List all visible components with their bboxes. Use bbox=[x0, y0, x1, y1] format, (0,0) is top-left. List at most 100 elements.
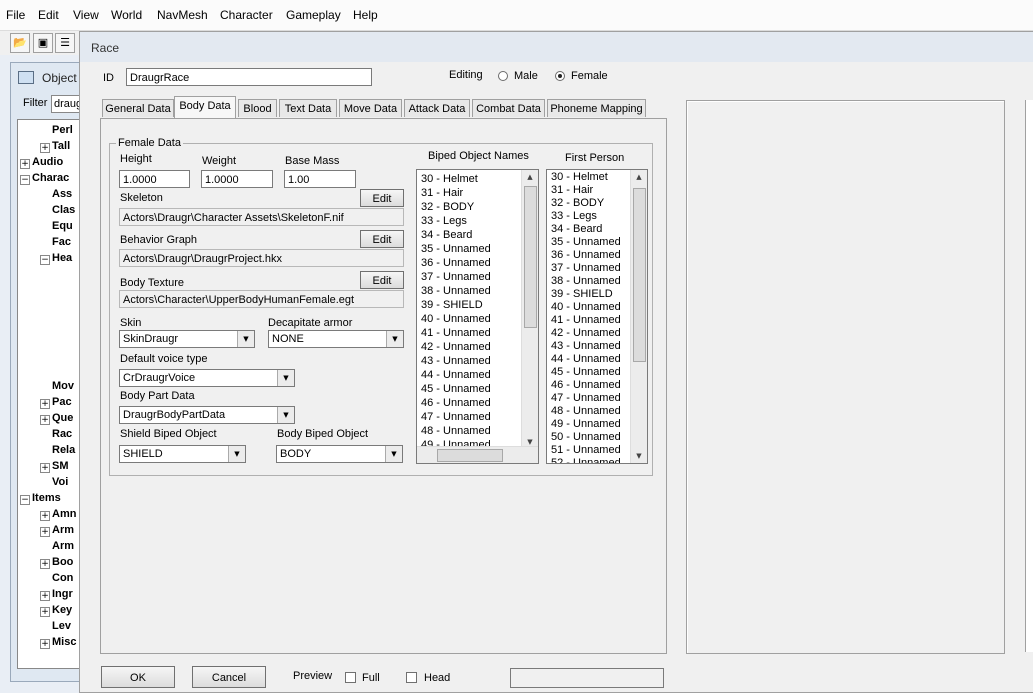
list-item[interactable]: 42 - Unnamed bbox=[551, 327, 621, 340]
list-item[interactable]: 33 - Legs bbox=[551, 210, 597, 223]
tab-phoneme-mapping[interactable]: Phoneme Mapping bbox=[547, 99, 646, 117]
list-item[interactable]: 41 - Unnamed bbox=[551, 314, 621, 327]
shield-biped-select[interactable]: SHIELD ▼ bbox=[119, 445, 246, 463]
list-item[interactable]: 32 - BODY bbox=[421, 200, 474, 214]
decapitate-armor-select[interactable]: NONE ▼ bbox=[268, 330, 404, 348]
list-item[interactable]: 48 - Unnamed bbox=[551, 405, 621, 418]
expand-icon[interactable]: + bbox=[40, 559, 50, 569]
id-field[interactable]: DraugrRace bbox=[126, 68, 372, 86]
tree-node[interactable]: Audio bbox=[32, 156, 63, 168]
preview-pane[interactable] bbox=[686, 100, 1005, 654]
head-checkbox[interactable] bbox=[406, 672, 417, 683]
biped-object-names-list[interactable]: 30 - Helmet 31 - Hair 32 - BODY 33 - Legs 34… bbox=[416, 169, 539, 464]
texture-edit-button[interactable]: Edit bbox=[360, 271, 404, 289]
list-item[interactable]: 36 - Unnamed bbox=[421, 256, 491, 270]
menu-gameplay[interactable]: Gameplay bbox=[286, 8, 341, 22]
list-item[interactable]: 51 - Unnamed bbox=[551, 444, 621, 457]
male-radio-label[interactable]: Male bbox=[514, 70, 538, 82]
scrollbar-thumb[interactable] bbox=[633, 188, 646, 362]
list-item[interactable]: 45 - Unnamed bbox=[421, 382, 491, 396]
full-checkbox-label[interactable]: Full bbox=[362, 672, 380, 684]
open-folder-icon[interactable]: 📂 bbox=[10, 33, 30, 53]
list-item[interactable]: 46 - Unnamed bbox=[551, 379, 621, 392]
tree-node[interactable]: Key bbox=[52, 604, 72, 616]
list-item[interactable]: 34 - Beard bbox=[551, 223, 602, 236]
list-item[interactable]: 38 - Unnamed bbox=[421, 284, 491, 298]
chevron-down-icon[interactable]: ▼ bbox=[385, 446, 402, 462]
list-item[interactable]: 43 - Unnamed bbox=[421, 354, 491, 368]
default-voice-select[interactable]: CrDraugrVoice ▼ bbox=[119, 369, 295, 387]
biped-list-vertical-scrollbar[interactable]: ▲ ▼ bbox=[521, 170, 538, 449]
tree-node[interactable]: Equ bbox=[52, 220, 73, 232]
list-item[interactable]: 50 - Unnamed bbox=[551, 431, 621, 444]
tree-node[interactable]: Perl bbox=[52, 124, 73, 136]
tree-node[interactable]: Tall bbox=[52, 140, 70, 152]
skeleton-edit-button[interactable]: Edit bbox=[360, 189, 404, 207]
tree-node[interactable]: Items bbox=[32, 492, 61, 504]
list-item[interactable]: 43 - Unnamed bbox=[551, 340, 621, 353]
menu-edit[interactable]: Edit bbox=[38, 8, 59, 22]
expand-icon[interactable]: + bbox=[40, 591, 50, 601]
chevron-down-icon[interactable]: ▼ bbox=[386, 331, 403, 347]
list-item[interactable]: 35 - Unnamed bbox=[551, 236, 621, 249]
list-item[interactable]: 42 - Unnamed bbox=[421, 340, 491, 354]
list-item[interactable]: 34 - Beard bbox=[421, 228, 472, 242]
tree-node[interactable]: Amn bbox=[52, 508, 76, 520]
list-item[interactable]: 31 - Hair bbox=[421, 186, 463, 200]
chevron-down-icon[interactable]: ▼ bbox=[228, 446, 245, 462]
behavior-edit-button[interactable]: Edit bbox=[360, 230, 404, 248]
chevron-down-icon[interactable]: ▼ bbox=[277, 407, 294, 423]
tab-attack-data[interactable]: Attack Data bbox=[404, 99, 470, 117]
list-item[interactable]: 49 - Unnamed bbox=[551, 418, 621, 431]
scrollbar-thumb[interactable] bbox=[437, 449, 503, 462]
list-item[interactable]: 45 - Unnamed bbox=[551, 366, 621, 379]
weight-field[interactable]: 1.0000 bbox=[201, 170, 273, 188]
tree-node[interactable]: Pac bbox=[52, 396, 72, 408]
tree-node[interactable]: Voi bbox=[52, 476, 68, 488]
tab-body-data[interactable]: Body Data bbox=[174, 96, 236, 118]
tree-node[interactable]: Clas bbox=[52, 204, 75, 216]
expand-icon[interactable]: + bbox=[40, 143, 50, 153]
list-item[interactable]: 33 - Legs bbox=[421, 214, 467, 228]
tree-node[interactable]: Ass bbox=[52, 188, 72, 200]
skin-select[interactable]: SkinDraugr ▼ bbox=[119, 330, 255, 348]
cancel-button[interactable]: Cancel bbox=[192, 666, 266, 688]
scroll-down-icon[interactable]: ▼ bbox=[631, 449, 647, 463]
tree-node[interactable]: Lev bbox=[52, 620, 71, 632]
collapse-icon[interactable]: − bbox=[40, 255, 50, 265]
tab-general-data[interactable]: General Data bbox=[102, 99, 174, 117]
male-radio[interactable] bbox=[498, 71, 508, 81]
list-item[interactable]: 44 - Unnamed bbox=[421, 368, 491, 382]
chevron-down-icon[interactable]: ▼ bbox=[237, 331, 254, 347]
list-item[interactable]: 47 - Unnamed bbox=[551, 392, 621, 405]
tree-node[interactable]: Rela bbox=[52, 444, 75, 456]
expand-icon[interactable]: + bbox=[40, 511, 50, 521]
list-item[interactable]: 48 - Unnamed bbox=[421, 424, 491, 438]
first-person-vertical-scrollbar[interactable]: ▲ ▼ bbox=[630, 170, 647, 463]
list-item[interactable]: 32 - BODY bbox=[551, 197, 604, 210]
scrollbar-thumb[interactable] bbox=[524, 186, 537, 328]
expand-icon[interactable]: + bbox=[40, 527, 50, 537]
tree-node[interactable]: Misc bbox=[52, 636, 76, 648]
list-item[interactable]: 30 - Helmet bbox=[551, 171, 608, 184]
menu-help[interactable]: Help bbox=[353, 8, 378, 22]
list-item[interactable]: 39 - SHIELD bbox=[421, 298, 483, 312]
list-item[interactable]: 37 - Unnamed bbox=[421, 270, 491, 284]
tree-node[interactable]: Rac bbox=[52, 428, 72, 440]
list-item[interactable]: 46 - Unnamed bbox=[421, 396, 491, 410]
expand-icon[interactable]: + bbox=[40, 639, 50, 649]
list-item[interactable]: 39 - SHIELD bbox=[551, 288, 613, 301]
tab-blood[interactable]: Blood bbox=[238, 99, 277, 117]
menu-file[interactable]: File bbox=[6, 8, 25, 22]
list-item[interactable]: 41 - Unnamed bbox=[421, 326, 491, 340]
menu-world[interactable]: World bbox=[111, 8, 142, 22]
menu-character[interactable]: Character bbox=[220, 8, 273, 22]
tree-node[interactable]: Que bbox=[52, 412, 73, 424]
base-mass-field[interactable]: 1.00 bbox=[284, 170, 356, 188]
female-radio-label[interactable]: Female bbox=[571, 70, 608, 82]
list-item[interactable]: 47 - Unnamed bbox=[421, 410, 491, 424]
collapse-icon[interactable]: − bbox=[20, 175, 30, 185]
tree-node[interactable]: Fac bbox=[52, 236, 71, 248]
biped-list-horizontal-scrollbar[interactable] bbox=[417, 446, 538, 463]
list-item[interactable]: 40 - Unnamed bbox=[551, 301, 621, 314]
